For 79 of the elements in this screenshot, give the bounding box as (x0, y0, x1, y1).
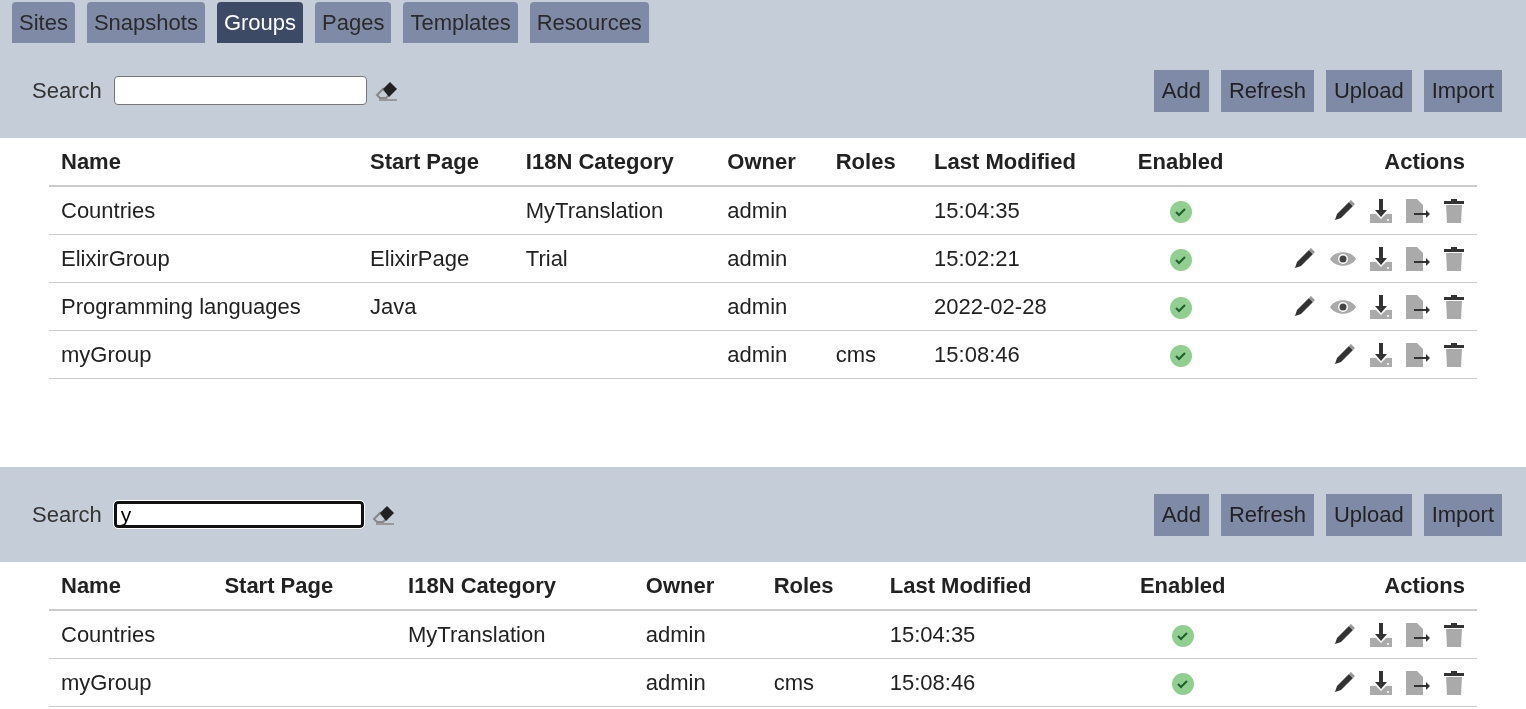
toolbar-button[interactable]: Refresh (1220, 69, 1314, 112)
trash-icon[interactable] (1443, 670, 1465, 697)
column-header: Start Page (212, 562, 397, 610)
file-export-icon[interactable] (1405, 670, 1431, 697)
file-export-icon[interactable] (1405, 246, 1431, 273)
file-export-icon[interactable] (1405, 294, 1431, 321)
column-header: Enabled (1106, 562, 1259, 610)
table-cell: admin (645, 621, 706, 647)
column-header: I18N Category (513, 138, 716, 186)
toolbar-button[interactable]: Add (1153, 69, 1209, 112)
column-header: Owner (715, 138, 824, 186)
search-field[interactable] (113, 76, 367, 105)
eraser-icon[interactable] (374, 80, 399, 101)
table-cell: cms (835, 341, 877, 367)
table-cell: MyTranslation (408, 621, 546, 647)
table-cell: myGroup (61, 669, 152, 695)
table-cell: 15:02:21 (934, 245, 1020, 271)
table-cell: myGroup (61, 341, 152, 367)
column-header: Owner (633, 562, 762, 610)
toolbar-button[interactable]: Upload (1325, 493, 1412, 536)
eraser-icon[interactable] (371, 504, 396, 525)
column-header: Name (49, 562, 213, 610)
column-header: Name (49, 138, 359, 186)
column-header: Actions (1244, 138, 1477, 186)
table-cell: admin (727, 245, 788, 271)
column-header: Roles (761, 562, 878, 610)
table-cell: admin (727, 341, 788, 367)
table-cell: Countries (61, 197, 156, 223)
toolbar-button[interactable]: Import (1423, 69, 1502, 112)
file-export-icon[interactable] (1405, 198, 1431, 225)
search-field[interactable]: y (113, 501, 364, 528)
download-icon[interactable] (1369, 198, 1393, 225)
tab[interactable]: Resources (529, 2, 649, 43)
column-header: Last Modified (922, 138, 1117, 186)
column-header: Last Modified (877, 562, 1107, 610)
table-cell: admin (645, 669, 706, 695)
table-cell: Java (370, 293, 417, 319)
download-icon[interactable] (1369, 342, 1393, 369)
column-header: Enabled (1116, 138, 1245, 186)
table-cell: admin (727, 197, 788, 223)
column-header: Start Page (358, 138, 514, 186)
search-label: Search (32, 501, 102, 528)
file-export-icon[interactable] (1405, 622, 1431, 649)
table-cell: 15:08:46 (934, 341, 1020, 367)
table-cell: 15:04:35 (934, 197, 1020, 223)
trash-icon[interactable] (1443, 342, 1465, 369)
table-cell: MyTranslation (525, 197, 664, 223)
toolbar-button[interactable]: Refresh (1220, 493, 1314, 536)
table-cell: 15:04:35 (889, 621, 976, 647)
table-cell: Programming languages (61, 293, 301, 319)
table-cell: Countries (61, 621, 156, 647)
search-label: Search (32, 77, 102, 104)
download-icon[interactable] (1369, 246, 1393, 273)
tab[interactable]: Pages (315, 2, 392, 43)
download-icon[interactable] (1369, 622, 1393, 649)
tab[interactable]: Sites (12, 2, 75, 43)
toolbar-button[interactable]: Upload (1325, 69, 1412, 112)
trash-icon[interactable] (1443, 622, 1465, 649)
tab[interactable]: Snapshots (86, 2, 205, 43)
trash-icon[interactable] (1443, 198, 1465, 225)
table-cell: 15:08:46 (889, 669, 976, 695)
table-cell: Trial (525, 245, 568, 271)
table-cell: cms (773, 669, 814, 695)
column-header: I18N Category (396, 562, 634, 610)
trash-icon[interactable] (1443, 246, 1465, 273)
table-cell: ElixirPage (370, 245, 470, 271)
file-export-icon[interactable] (1405, 342, 1431, 369)
download-icon[interactable] (1369, 670, 1393, 697)
toolbar-button[interactable]: Import (1423, 493, 1502, 536)
column-header: Actions (1258, 562, 1477, 610)
trash-icon[interactable] (1443, 294, 1465, 321)
tab[interactable]: Groups (216, 2, 304, 43)
download-icon[interactable] (1369, 294, 1393, 321)
toolbar-button[interactable]: Add (1153, 493, 1209, 536)
table-cell: 2022-02-28 (934, 293, 1047, 319)
table-cell: ElixirGroup (61, 245, 170, 271)
tab[interactable]: Templates (403, 2, 518, 43)
column-header: Roles (823, 138, 923, 186)
table-cell: admin (727, 293, 788, 319)
